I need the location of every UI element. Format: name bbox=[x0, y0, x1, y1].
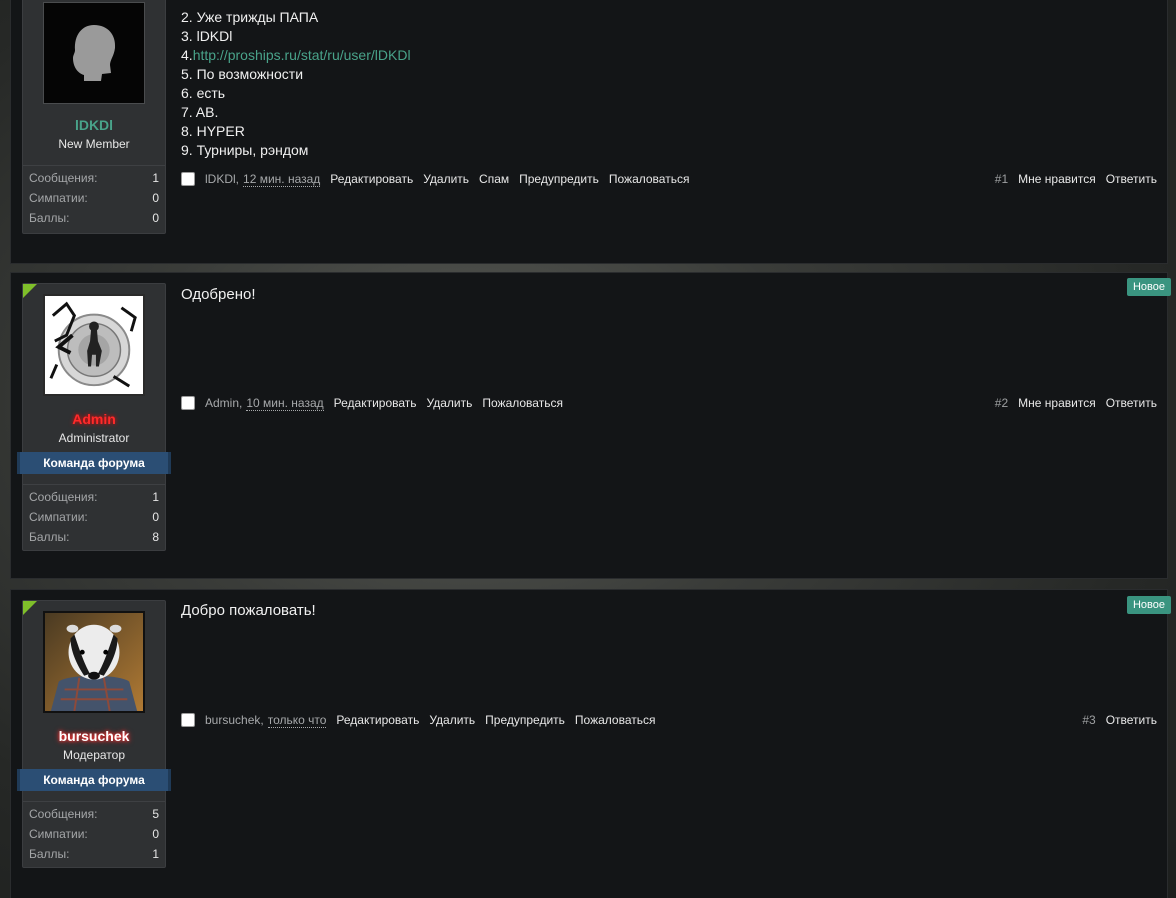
user-card: bursuchek Модератор Команда форума Сообщ… bbox=[17, 600, 171, 868]
user-card: lDKDl New Member Сообщения: 1 Симпатии: … bbox=[22, 0, 166, 234]
post-time[interactable]: 10 мин. назад bbox=[246, 396, 324, 411]
post-2: Admin Administrator Команда форума Сообщ… bbox=[10, 272, 1171, 579]
stat-value: 0 bbox=[152, 191, 159, 205]
user-stats: Сообщения: 5 Симпатии: 0 Баллы: 1 bbox=[23, 801, 165, 864]
post-number[interactable]: #1 bbox=[995, 172, 1008, 186]
team-badge: Команда форума bbox=[17, 452, 171, 474]
post-time[interactable]: 12 мин. назад bbox=[243, 172, 321, 187]
user-title: Модератор bbox=[62, 748, 125, 762]
profile-link[interactable]: http://proships.ru/stat/ru/user/lDKDl bbox=[193, 47, 411, 63]
stat-value[interactable]: 5 bbox=[152, 804, 159, 824]
stat-label: Сообщения: bbox=[29, 807, 98, 821]
stat-value[interactable]: 1 bbox=[152, 168, 159, 188]
avatar-admin[interactable] bbox=[43, 294, 145, 396]
delete-button[interactable]: Удалить bbox=[423, 172, 469, 186]
stat-likes: Симпатии: 0 bbox=[23, 507, 165, 527]
message-line: 5. По возможности bbox=[181, 66, 304, 82]
post-author[interactable]: lDKDl, bbox=[205, 172, 239, 186]
report-button[interactable]: Пожаловаться bbox=[482, 396, 563, 410]
stat-label: Симпатии: bbox=[29, 510, 88, 524]
stat-points: Баллы: 8 bbox=[23, 527, 165, 547]
post-3: bursuchek Модератор Команда форума Сообщ… bbox=[10, 589, 1171, 898]
online-indicator bbox=[23, 601, 37, 615]
avatar-default[interactable] bbox=[43, 2, 145, 104]
delete-button[interactable]: Удалить bbox=[427, 396, 473, 410]
post-author[interactable]: bursuchek, bbox=[205, 713, 264, 727]
stat-likes: Симпатии: 0 bbox=[23, 188, 165, 208]
default-avatar-silhouette-icon bbox=[44, 3, 144, 103]
report-button[interactable]: Пожаловаться bbox=[575, 713, 656, 727]
post-actions-bar: Admin, 10 мин. назад Редактировать Удали… bbox=[181, 394, 1157, 412]
team-badge: Команда форума bbox=[17, 769, 171, 791]
select-post-checkbox[interactable] bbox=[181, 172, 195, 186]
stat-likes: Симпатии: 0 bbox=[23, 824, 165, 844]
like-button[interactable]: Мне нравится bbox=[1018, 172, 1096, 186]
post-actions-bar: lDKDl, 12 мин. назад Редактировать Удали… bbox=[181, 170, 1157, 188]
message-line: 2. Уже трижды ПАПА bbox=[181, 9, 319, 25]
warn-button[interactable]: Предупредить bbox=[519, 172, 599, 186]
edit-button[interactable]: Редактировать bbox=[334, 396, 417, 410]
message-text: Одобрено! bbox=[181, 286, 256, 303]
select-post-checkbox[interactable] bbox=[181, 713, 195, 727]
stat-label: Баллы: bbox=[29, 530, 70, 544]
message-line: 3. lDKDl bbox=[181, 28, 233, 44]
stat-messages: Сообщения: 5 bbox=[23, 804, 165, 824]
message-body: Одобрено! bbox=[181, 285, 1157, 304]
badger-avatar-image bbox=[45, 613, 143, 711]
post-actions-bar: bursuchek, только что Редактировать Удал… bbox=[181, 711, 1157, 729]
message-body: 2. Уже трижды ПАПА 3. lDKDl 4.http://pro… bbox=[181, 8, 1157, 160]
like-button[interactable]: Мне нравится bbox=[1018, 396, 1096, 410]
online-indicator bbox=[23, 284, 37, 298]
reply-button[interactable]: Ответить bbox=[1106, 713, 1157, 727]
avatar-moderator[interactable] bbox=[43, 611, 145, 713]
message-line: 6. есть bbox=[181, 85, 226, 101]
stat-value[interactable]: 0 bbox=[152, 208, 159, 228]
report-button[interactable]: Пожаловаться bbox=[609, 172, 690, 186]
message-text: Добро пожаловать! bbox=[181, 602, 316, 619]
user-stats: Сообщения: 1 Симпатии: 0 Баллы: 0 bbox=[23, 165, 165, 228]
message-line: 4.http://proships.ru/stat/ru/user/lDKDl bbox=[181, 47, 411, 63]
post-author[interactable]: Admin, bbox=[205, 396, 242, 410]
stat-label: Симпатии: bbox=[29, 191, 88, 205]
stat-value[interactable]: 1 bbox=[152, 844, 159, 864]
post-number[interactable]: #2 bbox=[995, 396, 1008, 410]
admin-avatar-image bbox=[45, 296, 143, 394]
stat-label: Сообщения: bbox=[29, 171, 98, 185]
user-stats: Сообщения: 1 Симпатии: 0 Баллы: 8 bbox=[23, 484, 165, 547]
message-line: 8. HYPER bbox=[181, 123, 245, 139]
stat-value: 0 bbox=[152, 510, 159, 524]
post-time[interactable]: только что bbox=[267, 713, 327, 728]
stat-value[interactable]: 8 bbox=[152, 527, 159, 547]
reply-button[interactable]: Ответить bbox=[1106, 172, 1157, 186]
username[interactable]: Admin bbox=[23, 411, 165, 427]
stat-points: Баллы: 1 bbox=[23, 844, 165, 864]
message-line: 9. Турниры, рэндом bbox=[181, 142, 309, 158]
stat-label: Сообщения: bbox=[29, 490, 98, 504]
username[interactable]: bursuchek bbox=[23, 728, 165, 744]
reply-button[interactable]: Ответить bbox=[1106, 396, 1157, 410]
message-line: 7. AB. bbox=[181, 104, 219, 120]
stat-label: Баллы: bbox=[29, 211, 70, 225]
stat-messages: Сообщения: 1 bbox=[23, 487, 165, 507]
stat-value[interactable]: 1 bbox=[152, 487, 159, 507]
stat-messages: Сообщения: 1 bbox=[23, 168, 165, 188]
select-post-checkbox[interactable] bbox=[181, 396, 195, 410]
username[interactable]: lDKDl bbox=[23, 117, 165, 133]
spam-button[interactable]: Спам bbox=[479, 172, 509, 186]
stat-label: Баллы: bbox=[29, 847, 70, 861]
stat-points: Баллы: 0 bbox=[23, 208, 165, 228]
edit-button[interactable]: Редактировать bbox=[330, 172, 413, 186]
user-title: New Member bbox=[58, 137, 130, 151]
stat-label: Симпатии: bbox=[29, 827, 88, 841]
stat-value: 0 bbox=[152, 827, 159, 841]
edit-button[interactable]: Редактировать bbox=[336, 713, 419, 727]
user-title: Administrator bbox=[58, 431, 130, 445]
user-card: Admin Administrator Команда форума Сообщ… bbox=[17, 283, 171, 551]
warn-button[interactable]: Предупредить bbox=[485, 713, 565, 727]
delete-button[interactable]: Удалить bbox=[429, 713, 475, 727]
post-1: lDKDl New Member Сообщения: 1 Симпатии: … bbox=[10, 0, 1168, 264]
post-number[interactable]: #3 bbox=[1082, 713, 1095, 727]
message-body: Добро пожаловать! bbox=[181, 601, 1157, 620]
